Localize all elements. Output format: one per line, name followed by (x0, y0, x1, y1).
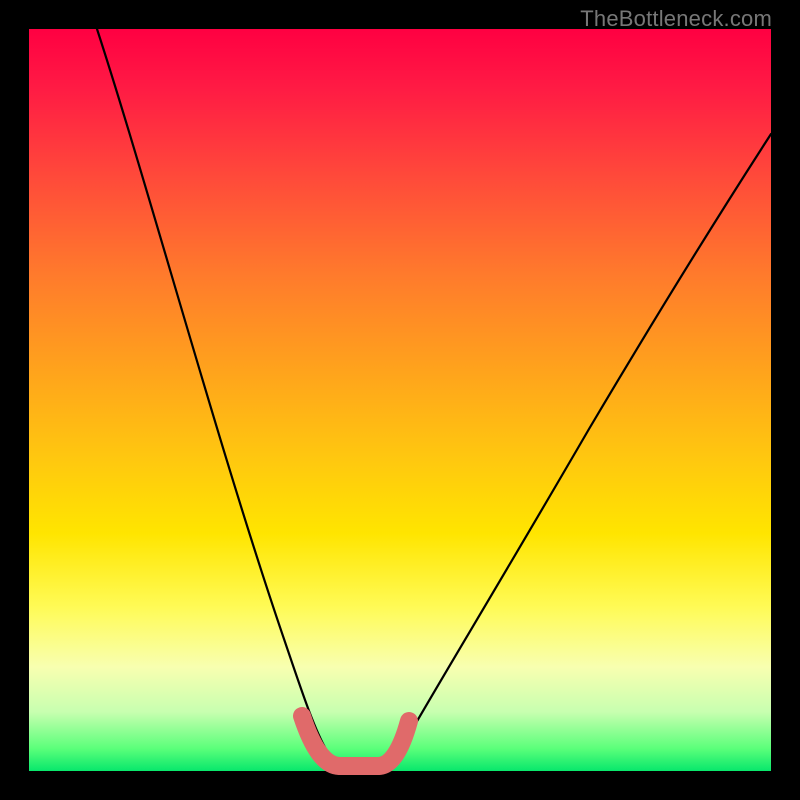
valley-marker (302, 716, 409, 766)
bottleneck-curve (97, 29, 771, 769)
plot-area (29, 29, 771, 771)
chart-stage: TheBottleneck.com (0, 0, 800, 800)
curve-svg (29, 29, 771, 771)
